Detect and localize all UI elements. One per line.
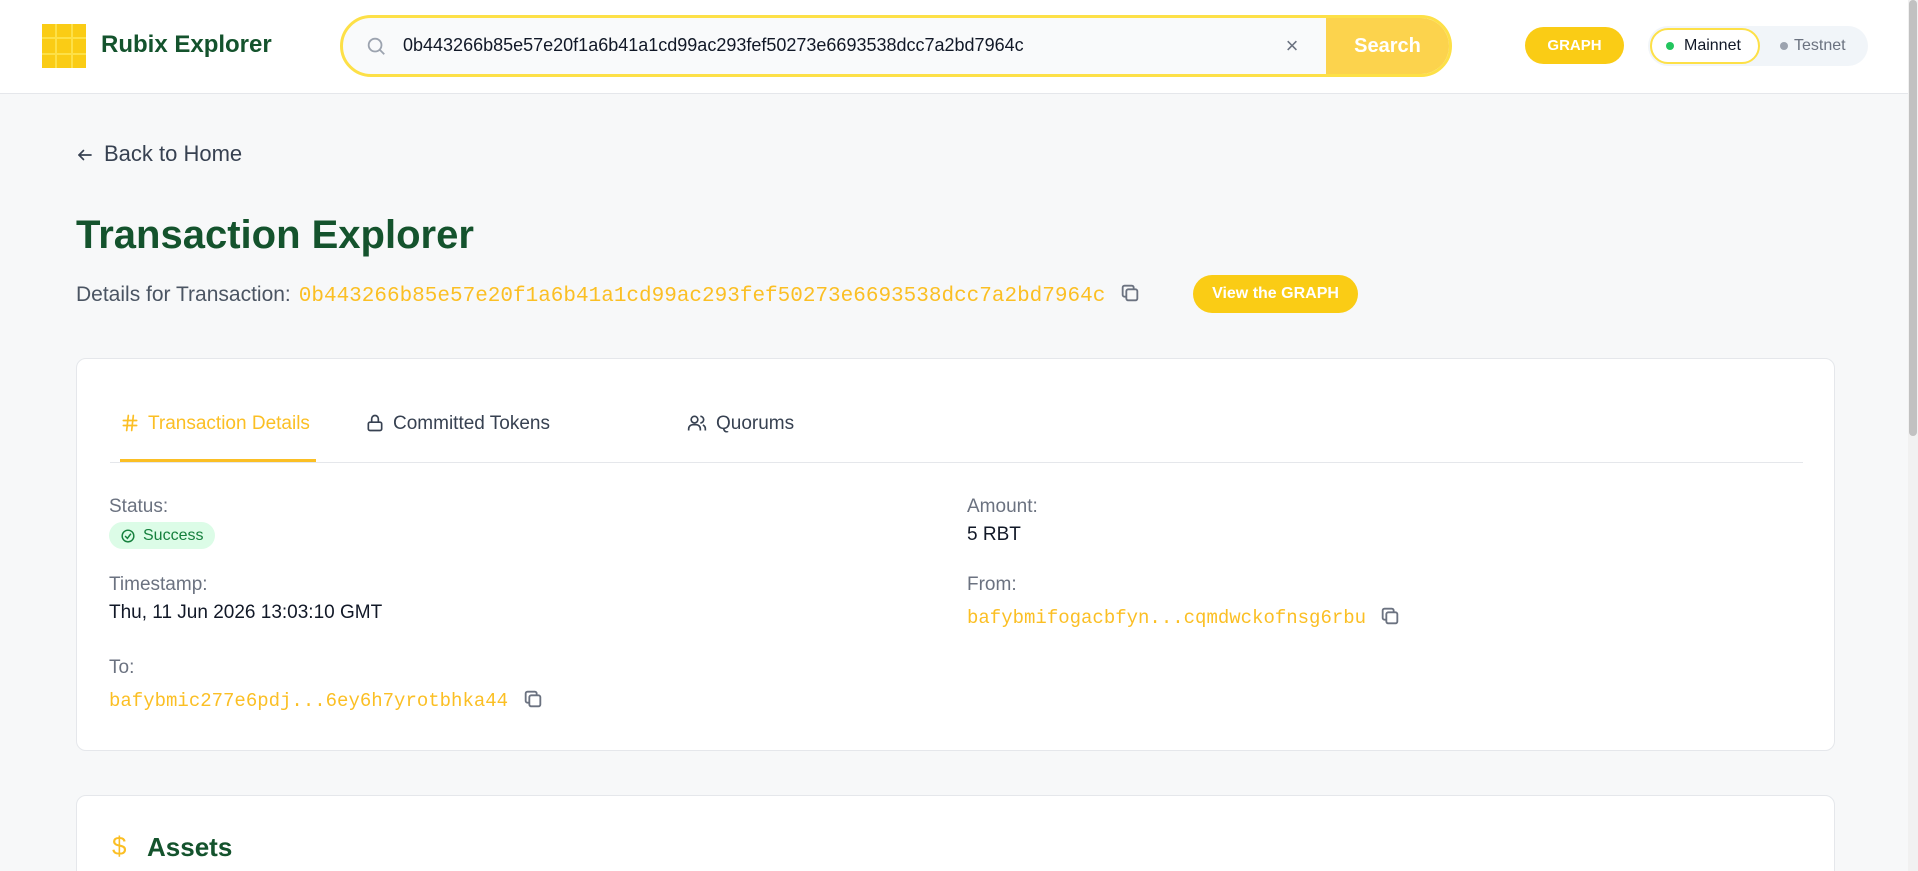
active-tab-indicator — [120, 459, 316, 462]
assets-card: $ Assets — [76, 795, 1835, 871]
mainnet-option[interactable]: Mainnet — [1650, 28, 1760, 64]
transaction-details-line: Details for Transaction: 0b443266b85e57e2… — [76, 282, 1141, 308]
from-label: From: — [967, 574, 1017, 595]
back-to-home-link[interactable]: Back to Home — [76, 141, 242, 167]
check-circle-icon — [121, 529, 135, 543]
clear-search-icon[interactable]: × — [1278, 32, 1306, 60]
testnet-label: Testnet — [1794, 37, 1846, 54]
dollar-icon: $ — [112, 831, 127, 861]
tab-quorums[interactable]: Quorums — [686, 413, 794, 435]
brand-name[interactable]: Rubix Explorer — [101, 31, 272, 59]
tab-label: Transaction Details — [148, 413, 310, 434]
status-label: Status: — [109, 496, 169, 517]
tab-transaction-details[interactable]: Transaction Details — [120, 413, 310, 435]
status-value: Success — [143, 527, 204, 544]
view-graph-button[interactable]: View the GRAPH — [1193, 275, 1358, 313]
hash-icon — [122, 414, 138, 432]
amount-label: Amount: — [967, 496, 1038, 517]
scrollbar-thumb[interactable] — [1909, 0, 1917, 436]
transaction-hash: 0b443266b85e57e20f1a6b41a1cd99ac293fef50… — [298, 285, 1106, 308]
transaction-card: Transaction Details Committed Tokens Quo… — [76, 358, 1835, 751]
top-header: Rubix Explorer 0b443266b85e57e20f1a6b41a… — [0, 0, 1908, 94]
search-input[interactable]: 0b443266b85e57e20f1a6b41a1cd99ac293fef50… — [403, 35, 1024, 56]
users-icon — [687, 415, 707, 431]
rubix-logo-icon[interactable] — [42, 24, 86, 68]
assets-title: Assets — [147, 832, 233, 862]
amount-value: 5 RBT — [967, 524, 1021, 545]
copy-icon[interactable] — [1119, 282, 1141, 304]
arrow-left-icon — [78, 149, 92, 161]
to-address[interactable]: bafybmic277e6pdj...6ey6h7yrotbhka44 — [109, 690, 508, 712]
graph-button[interactable]: GRAPH — [1525, 27, 1624, 64]
page-scrollbar[interactable] — [1908, 0, 1918, 871]
details-prefix: Details for Transaction: — [76, 283, 291, 306]
page-title: Transaction Explorer — [76, 213, 474, 257]
from-address[interactable]: bafybmifogacbfyn...cqmdwckofnsg6rbu — [967, 607, 1366, 629]
tab-committed-tokens[interactable]: Committed Tokens — [365, 413, 550, 435]
testnet-status-dot — [1780, 42, 1788, 50]
tab-label: Committed Tokens — [393, 413, 550, 434]
testnet-option[interactable]: Testnet — [1772, 28, 1866, 64]
mainnet-label: Mainnet — [1684, 37, 1741, 54]
search-bar: 0b443266b85e57e20f1a6b41a1cd99ac293fef50… — [340, 15, 1452, 77]
tab-bar: Transaction Details Committed Tokens Quo… — [110, 359, 1803, 463]
search-button[interactable]: Search — [1326, 18, 1449, 74]
copy-icon[interactable] — [522, 688, 544, 710]
lock-icon — [367, 414, 383, 432]
timestamp-label: Timestamp: — [109, 574, 208, 595]
mainnet-status-dot — [1666, 42, 1674, 50]
copy-icon[interactable] — [1379, 605, 1401, 627]
search-icon — [367, 37, 385, 55]
timestamp-value: Thu, 11 Jun 2026 13:03:10 GMT — [109, 602, 383, 623]
status-badge: Success — [109, 522, 216, 549]
tab-label: Quorums — [716, 413, 795, 434]
network-toggle: Mainnet Testnet — [1648, 26, 1868, 66]
to-label: To: — [109, 657, 135, 678]
back-label: Back to Home — [104, 141, 243, 166]
